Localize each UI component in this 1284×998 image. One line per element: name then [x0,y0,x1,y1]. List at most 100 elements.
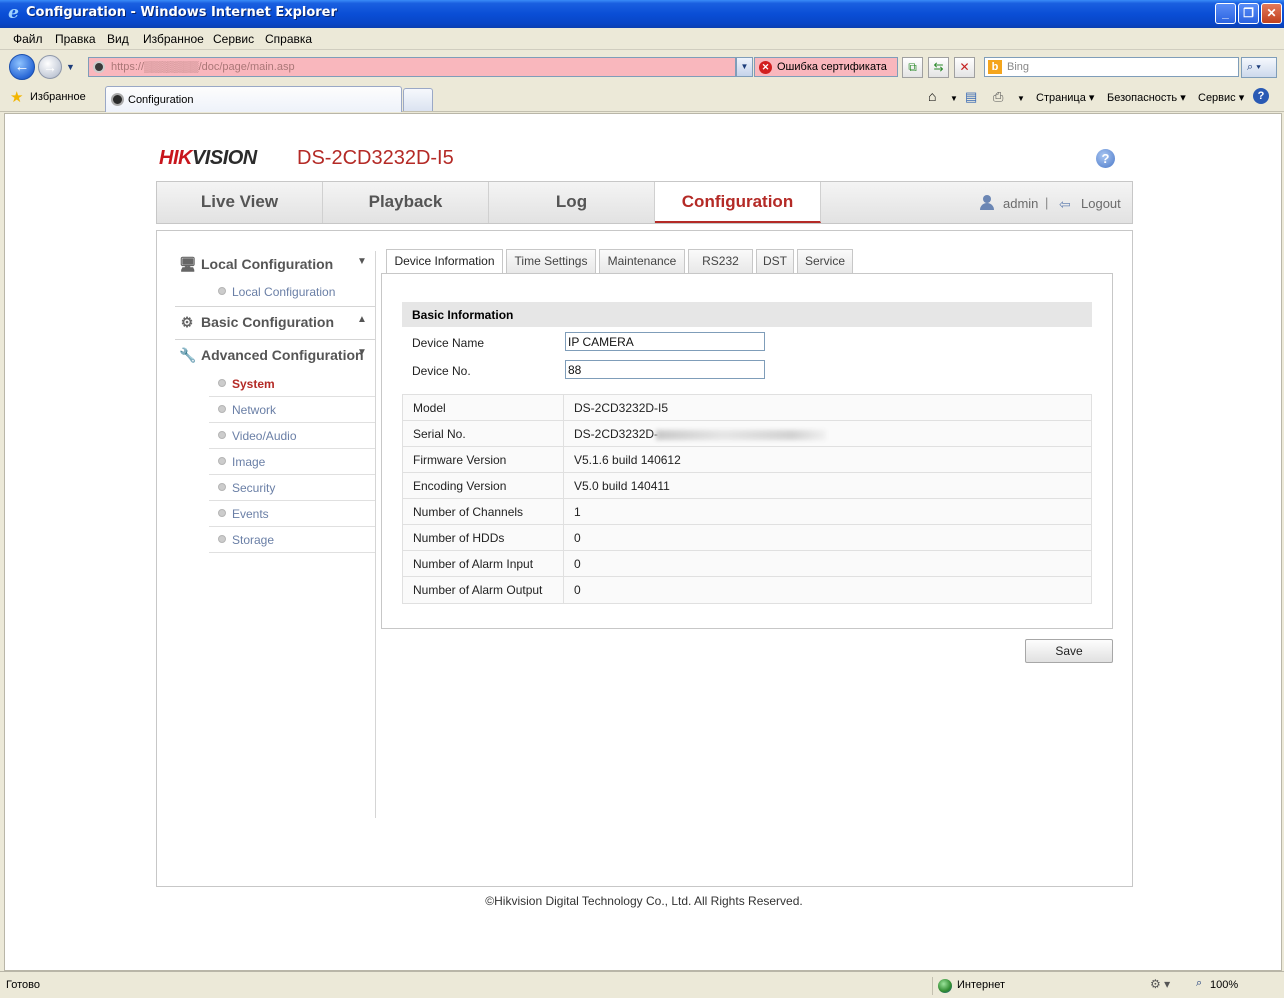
nav-tab-configuration[interactable]: Configuration [655,182,821,223]
submenu-local-configuration[interactable]: Local Configuration [209,279,375,305]
table-row: Firmware Version V5.1.6 build 140612 [403,447,1091,473]
minimize-button[interactable]: _ [1215,3,1236,24]
favorites-star-icon[interactable]: ★ [10,88,23,106]
status-bar: Готово Интернет ⚙ ▾ ⌕ 100% [0,971,1284,998]
submenu-events-label: Events [232,507,269,521]
menu-favorites[interactable]: Избранное [143,32,204,46]
submenu-storage[interactable]: Storage [209,527,375,553]
stop-icon: ✕ [959,60,970,74]
forward-button[interactable]: → [38,55,62,79]
stop-button[interactable]: ✕ [954,57,975,78]
refresh-button[interactable]: ⇆ [928,57,949,78]
bullet-icon [218,535,226,543]
submenu-video-audio-label: Video/Audio [232,429,297,443]
favorites-button[interactable]: Избранное [30,91,86,103]
subtab-device-information[interactable]: Device Information [386,249,503,274]
menu-edit[interactable]: Правка [55,32,96,46]
print-icon[interactable]: ⎙ [993,89,1003,105]
maximize-button[interactable]: ❐ [1238,3,1259,24]
address-bar[interactable]: https://▒▒▒▒▒▒▒/doc/page/main.asp [88,57,736,77]
subtab-maintenance[interactable]: Maintenance [599,249,685,273]
info-label-hdds: Number of HDDs [413,531,505,545]
submenu-network-label: Network [232,403,277,417]
info-value-model: DS-2CD3232D-I5 [574,401,669,415]
protected-mode-icon[interactable]: ⚙ ▾ [1150,977,1170,991]
menu-bar: Файл Правка Вид Избранное Сервис Справка [0,28,1284,50]
nav-tab-log[interactable]: Log [489,182,655,223]
submenu-events[interactable]: Events [209,501,375,527]
help-icon[interactable]: ? [1096,149,1115,168]
browser-tab-configuration[interactable]: Configuration [105,86,402,112]
menu-tools[interactable]: Сервис [213,32,254,46]
monitor-gear-icon: 🖥 [179,256,197,272]
submenu-image[interactable]: Image [209,449,375,475]
user-icon [979,195,995,211]
search-input[interactable]: b Bing [984,57,1239,77]
menu-advanced-configuration[interactable]: 🔧 Advanced Configuration ▼ [175,342,375,370]
table-row: Number of Channels 1 [403,499,1091,525]
menu-local-configuration[interactable]: 🖥 Local Configuration ▼ [175,251,375,279]
subtab-time-settings[interactable]: Time Settings [506,249,596,273]
certificate-error-label: Ошибка сертификата [777,61,887,73]
subtab-dst[interactable]: DST [756,249,794,273]
device-name-input[interactable] [565,332,765,351]
menu-file[interactable]: Файл [13,32,43,46]
table-row: Encoding Version V5.0 build 140411 [403,473,1091,499]
close-button[interactable]: ✕ [1261,3,1282,24]
page-menu[interactable]: Страница ▾ [1036,91,1094,104]
device-no-input[interactable] [565,360,765,379]
home-dropdown-icon[interactable]: ▼ [950,94,958,103]
device-no-label: Device No. [412,364,471,378]
info-label-firmware: Firmware Version [413,453,507,467]
menu-help[interactable]: Справка [265,32,312,46]
nav-tab-playback[interactable]: Playback [323,182,489,223]
submenu-video-audio[interactable]: Video/Audio [209,423,375,449]
back-button[interactable]: ← [9,54,35,80]
address-dropdown-button[interactable]: ▼ [736,57,753,77]
new-tab-button[interactable] [403,88,433,111]
ie-logo-icon: e [8,3,19,23]
submenu-storage-label: Storage [232,533,275,547]
search-button[interactable]: ⌕ ▾ [1241,57,1277,78]
zoom-level[interactable]: 100% [1210,979,1238,991]
menu-divider [175,339,375,340]
menu-basic-configuration[interactable]: ⚙ Basic Configuration ▲ [175,309,375,337]
search-placeholder: Bing [1007,61,1030,73]
help-menu-icon[interactable]: ? [1253,88,1269,104]
safety-menu[interactable]: Безопасность ▾ [1107,91,1186,104]
window-title: Configuration - Windows Internet Explore… [26,5,337,20]
submenu-security[interactable]: Security [209,475,375,501]
certificate-error-button[interactable]: ✕ Ошибка сертификата [754,57,898,77]
save-button[interactable]: Save [1025,639,1113,663]
tools-menu[interactable]: Сервис ▾ [1198,91,1244,104]
logout-icon[interactable]: ⇦ [1059,196,1071,213]
bing-icon: b [988,60,1002,74]
print-dropdown-icon[interactable]: ▼ [1017,94,1025,103]
feeds-icon[interactable]: ▤ [965,89,977,105]
logout-link[interactable]: Logout [1081,196,1121,211]
subtab-rs232[interactable]: RS232 [688,249,753,273]
table-row: Model DS-2CD3232D-I5 [403,395,1091,421]
tab-site-icon [111,93,124,106]
info-label-model: Model [413,401,446,415]
home-icon[interactable]: ⌂ [928,88,936,104]
bullet-icon [218,509,226,517]
subtab-service[interactable]: Service [797,249,853,273]
user-separator: | [1045,195,1049,210]
shield-error-icon: ✕ [759,61,772,74]
info-value-channels: 1 [574,505,581,519]
table-row: Serial No. DS-2CD3232D- [403,421,1091,447]
bullet-icon [218,483,226,491]
status-text: Готово [6,979,40,991]
submenu-system[interactable]: System [209,371,375,397]
compatibility-view-button[interactable]: ⧉ [902,57,923,78]
nav-tab-live-view[interactable]: Live View [157,182,323,223]
search-icon: ⌕ ▾ [1247,61,1261,73]
submenu-network[interactable]: Network [209,397,375,423]
menu-view[interactable]: Вид [107,32,129,46]
device-model-title: DS-2CD3232D-I5 [297,147,454,169]
zoom-icon[interactable]: ⌕ [1196,977,1202,990]
info-value-serial-wrap: DS-2CD3232D- [574,427,827,441]
history-dropdown-icon[interactable]: ▼ [66,62,75,72]
security-zone[interactable]: Интернет [932,977,1142,995]
